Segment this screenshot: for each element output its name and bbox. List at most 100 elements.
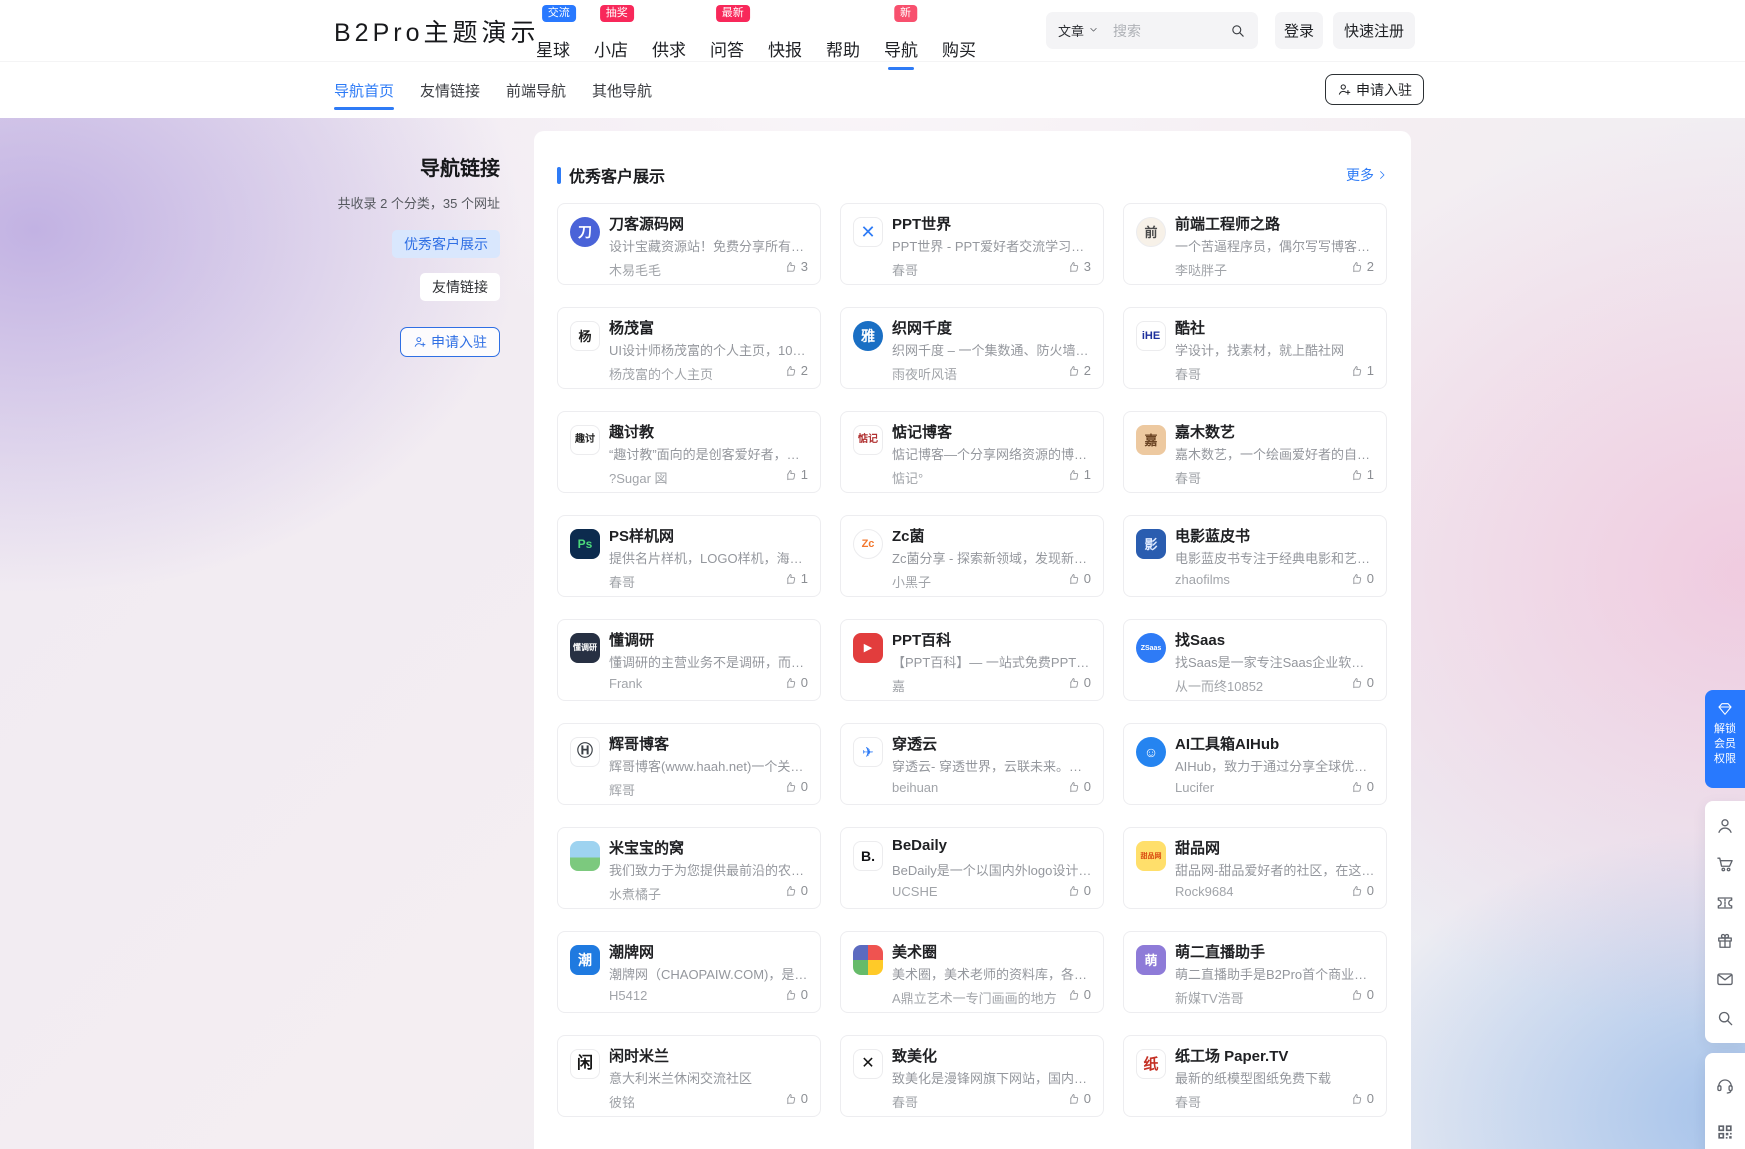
- site-likes[interactable]: 2: [1067, 363, 1091, 378]
- site-likes[interactable]: 1: [784, 467, 808, 482]
- site-likes[interactable]: 0: [1067, 571, 1091, 586]
- site-icon: ✕: [853, 1049, 883, 1079]
- site-likes[interactable]: 2: [784, 363, 808, 378]
- site-likes[interactable]: 0: [784, 675, 808, 690]
- register-button[interactable]: 快速注册: [1333, 12, 1415, 49]
- site-likes[interactable]: 1: [784, 571, 808, 586]
- gift-icon[interactable]: [1715, 931, 1735, 951]
- nav-item[interactable]: 帮助: [826, 0, 860, 78]
- site-card[interactable]: ✕ 致美化 致美化是漫锋网旗下网站，国内最专… 春哥 0: [840, 1035, 1104, 1117]
- thumb-up-icon: [1067, 676, 1081, 690]
- nav-item[interactable]: 购买: [942, 0, 976, 78]
- site-logo[interactable]: B2Pro主题演示: [334, 0, 539, 61]
- ticket-icon[interactable]: [1715, 893, 1735, 913]
- site-card[interactable]: 甜品网 甜品网 甜品网-甜品爱好者的社区，在这里… Rock9684 0: [1123, 827, 1387, 909]
- gem-icon: [1717, 701, 1733, 717]
- sidebar-category-button[interactable]: 优秀客户展示: [392, 230, 500, 258]
- site-card[interactable]: 美术圈 美术圈，美术老师的资料库，各种美… A鼎立艺术一专门画画的地方 0: [840, 931, 1104, 1013]
- site-likes[interactable]: 0: [784, 987, 808, 1002]
- search-icon[interactable]: [1715, 1008, 1735, 1028]
- nav-label: 小店: [594, 36, 628, 61]
- site-card[interactable]: ✈ 穿透云 穿透云- 穿透世界，云联未来。是—… beihuan 0: [840, 723, 1104, 805]
- nav-item[interactable]: 最新 问答: [710, 0, 744, 78]
- site-likes[interactable]: 0: [784, 1091, 808, 1106]
- site-author: 彼铭: [609, 1092, 635, 1111]
- site-likes[interactable]: 0: [1350, 571, 1374, 586]
- search-box[interactable]: 文章: [1046, 12, 1258, 49]
- site-icon: 纸: [1136, 1049, 1166, 1079]
- qrcode-icon[interactable]: [1715, 1122, 1735, 1142]
- nav-item[interactable]: 新 导航: [884, 0, 918, 78]
- sidebar-category-button[interactable]: 友情链接: [420, 273, 500, 301]
- site-card[interactable]: 纸 纸工场 Paper.TV 最新的纸模型图纸免费下载 春哥 0: [1123, 1035, 1387, 1117]
- headset-icon[interactable]: [1715, 1075, 1735, 1095]
- site-icon: 雅: [853, 321, 883, 351]
- site-card[interactable]: Ⓗ 辉哥博客 辉哥博客(www.haah.net)一个关注… 辉哥 0: [557, 723, 821, 805]
- site-name: 趣讨教: [609, 421, 807, 442]
- site-likes[interactable]: 0: [1067, 779, 1091, 794]
- site-likes[interactable]: 0: [1350, 1091, 1374, 1106]
- more-link[interactable]: 更多: [1346, 165, 1388, 185]
- site-icon: 趣讨: [570, 425, 600, 455]
- site-card[interactable]: 懂调研 懂调研 懂调研的主营业务不是调研，而是测… Frank 0: [557, 619, 821, 701]
- site-desc: BeDaily是一个以国内外logo设计分…: [892, 860, 1092, 879]
- sidebar-apply-button[interactable]: 申请入驻: [400, 327, 500, 357]
- site-card[interactable]: ZSaas 找Saas 找Saas是一家专注Saas企业软件和… 从一而终108…: [1123, 619, 1387, 701]
- site-likes[interactable]: 0: [784, 883, 808, 898]
- site-card[interactable]: 闲 闲时米兰 意大利米兰休闲交流社区 彼铭 0: [557, 1035, 821, 1117]
- site-card[interactable]: 潮 潮牌网 潮牌网（CHAOPAIW.COM)，是潮… H5412 0: [557, 931, 821, 1013]
- search-input[interactable]: [1111, 22, 1229, 40]
- site-likes[interactable]: 0: [1350, 779, 1374, 794]
- site-likes[interactable]: 0: [1067, 675, 1091, 690]
- site-likes[interactable]: 0: [1350, 987, 1374, 1002]
- site-card[interactable]: B. BeDaily BeDaily是一个以国内外logo设计分… UCSHE …: [840, 827, 1104, 909]
- apply-join-button[interactable]: 申请入驻: [1325, 74, 1424, 105]
- site-likes[interactable]: 0: [1350, 675, 1374, 690]
- site-likes[interactable]: 3: [784, 259, 808, 274]
- site-card[interactable]: 惦记 惦记博客 惦记博客—个分享网络资源的博客,… 惦记° 1: [840, 411, 1104, 493]
- site-likes[interactable]: 1: [1350, 467, 1374, 482]
- site-card[interactable]: iHE 酷社 学设计，找素材，就上酷社网 春哥 1: [1123, 307, 1387, 389]
- site-card[interactable]: 刀 刀客源码网 设计宝藏资源站！免费分享所有CG… 木易毛毛 3: [557, 203, 821, 285]
- thumb-up-icon: [1350, 1092, 1364, 1106]
- nav-badge: 最新: [716, 5, 750, 22]
- site-likes[interactable]: 0: [784, 779, 808, 794]
- site-desc: 我们致力于为您提供最前沿的农业农…: [609, 860, 809, 879]
- search-icon[interactable]: [1229, 22, 1246, 39]
- search-category-select[interactable]: 文章: [1058, 21, 1099, 40]
- site-card[interactable]: 萌 萌二直播助手 萌二直播助手是B2Pro首个商业运用… 新媒TV浩哥 0: [1123, 931, 1387, 1013]
- nav-item[interactable]: 快报: [768, 0, 802, 78]
- nav-item[interactable]: 交流 星球: [536, 0, 570, 78]
- site-card[interactable]: 前 前端工程师之路 一个苦逼程序员，偶尔写写博客，改… 李哒胖子 2: [1123, 203, 1387, 285]
- login-button[interactable]: 登录: [1275, 12, 1323, 49]
- site-likes[interactable]: 0: [1350, 883, 1374, 898]
- site-likes[interactable]: 0: [1067, 987, 1091, 1002]
- site-card[interactable]: 杨 杨茂富 UI设计师杨茂富的个人主页，10年… 杨茂富的个人主页 2: [557, 307, 821, 389]
- site-likes[interactable]: 0: [1067, 883, 1091, 898]
- site-likes[interactable]: 1: [1067, 467, 1091, 482]
- subnav-tab[interactable]: 友情链接: [420, 62, 480, 118]
- site-likes[interactable]: 0: [1067, 1091, 1091, 1106]
- site-likes[interactable]: 3: [1067, 259, 1091, 274]
- thumb-up-icon: [784, 1092, 798, 1106]
- vip-unlock-button[interactable]: 解锁会员权限: [1705, 690, 1745, 788]
- site-likes[interactable]: 2: [1350, 259, 1374, 274]
- subnav-tab[interactable]: 导航首页: [334, 62, 394, 118]
- cart-icon[interactable]: [1715, 854, 1735, 874]
- message-icon[interactable]: [1715, 969, 1735, 989]
- site-card[interactable]: 嘉 嘉木数艺 嘉木数艺，一个绘画爱好者的自学平… 春哥 1: [1123, 411, 1387, 493]
- site-card[interactable]: Ps PS样机网 提供名片样机，LOGO样机，海报样… 春哥 1: [557, 515, 821, 597]
- site-card[interactable]: 雅 织网千度 织网千度 – 一个集数通、防火墙、无… 雨夜听风语 2: [840, 307, 1104, 389]
- site-card[interactable]: 影 电影蓝皮书 电影蓝皮书专注于经典电影和艺术电… zhaofilms 0: [1123, 515, 1387, 597]
- site-card[interactable]: ☺ AI工具箱AIHub AIHub，致力于通过分享全球优质AI… Lucife…: [1123, 723, 1387, 805]
- site-card[interactable]: ✕ PPT世界 PPT世界 - PPT爱好者交流学习社区… 春哥 3: [840, 203, 1104, 285]
- site-card[interactable]: 趣讨 趣讨教 “趣讨教”面向的是创客爱好者，以… ?Sugar 図 1: [557, 411, 821, 493]
- site-card[interactable]: Zc Zc菌 Zc菌分享 - 探索新领域，发现新美好… 小黑子 0: [840, 515, 1104, 597]
- site-card[interactable]: ▶ PPT百科 【PPT百科】— 一站式免费PPT模板… 嘉 0: [840, 619, 1104, 701]
- site-card[interactable]: 米宝宝的窝 我们致力于为您提供最前沿的农业农… 水煮橘子 0: [557, 827, 821, 909]
- user-icon[interactable]: [1715, 816, 1735, 836]
- site-author: Rock9684: [1175, 884, 1234, 899]
- nav-item[interactable]: 抽奖 小店: [594, 0, 628, 78]
- nav-item[interactable]: 供求: [652, 0, 686, 78]
- site-likes[interactable]: 1: [1350, 363, 1374, 378]
